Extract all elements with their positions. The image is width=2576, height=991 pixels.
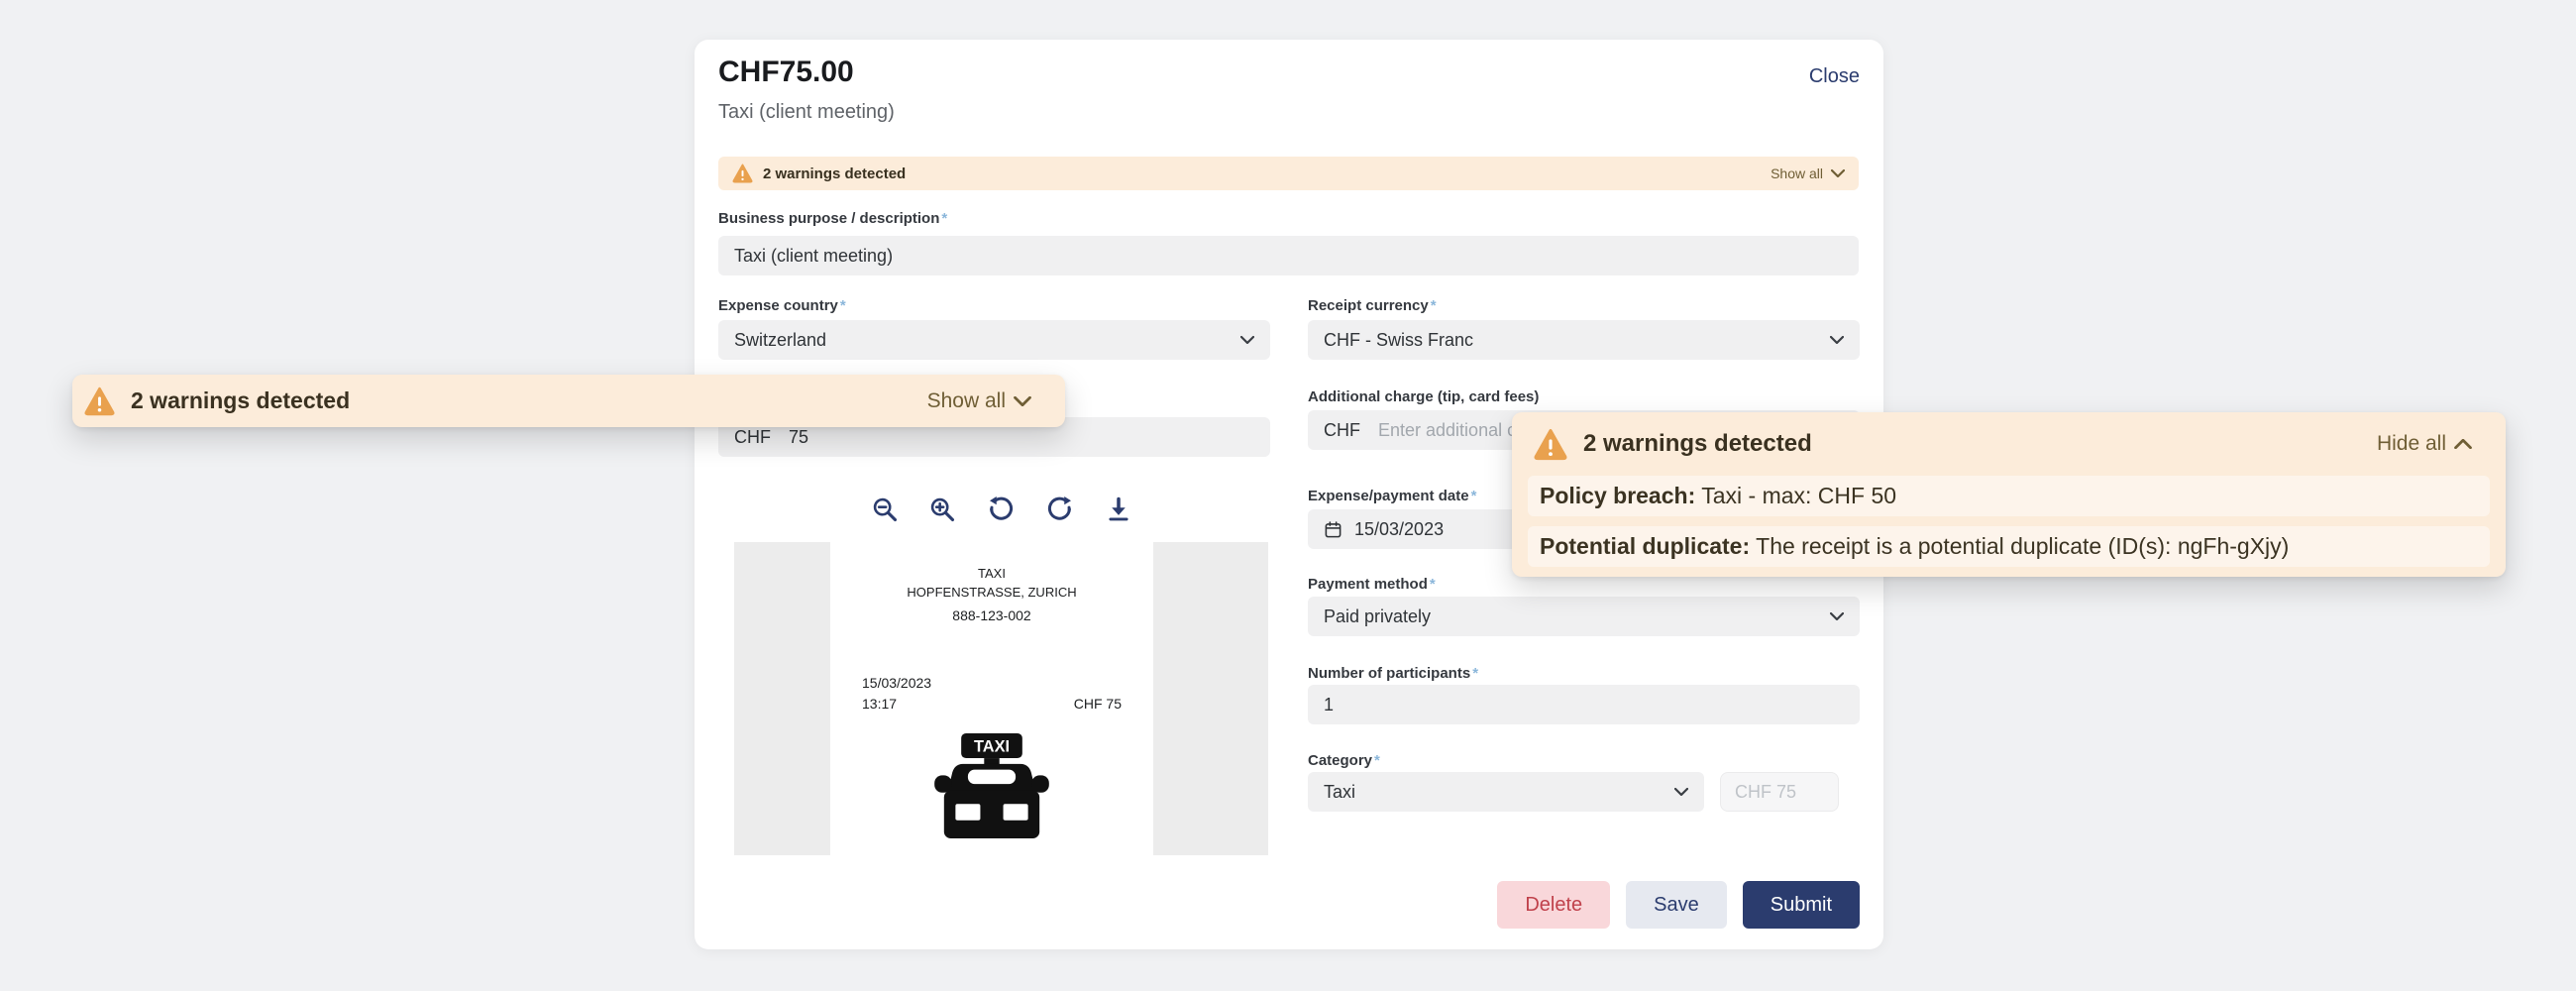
expense-subtitle: Taxi (client meeting) <box>718 101 895 124</box>
popup-show-all-button[interactable]: Show all <box>927 389 1031 413</box>
receipt-currency-select[interactable]: CHF - Swiss Franc <box>1308 320 1860 360</box>
warnings-popup-text: 2 warnings detected <box>131 387 350 414</box>
required-asterisk: * <box>840 297 846 314</box>
expense-date-value: 15/03/2023 <box>1354 519 1444 540</box>
receipt-image: TAXI HOPFENSTRASSE, ZURICH 888-123-002 1… <box>830 542 1153 855</box>
submit-button[interactable]: Submit <box>1743 881 1860 929</box>
payment-method-value: Paid privately <box>1324 606 1431 627</box>
zoom-out-icon[interactable] <box>871 496 899 523</box>
receipt-date: 15/03/2023 <box>862 675 1122 691</box>
chevron-down-icon <box>1830 336 1844 344</box>
additional-charge-label: Additional charge (tip, card fees) <box>1308 388 1539 405</box>
warnings-popup-expanded: 2 warnings detected Hide all Policy brea… <box>1512 412 2506 577</box>
currency-prefix: CHF <box>1324 420 1360 441</box>
payment-method-select[interactable]: Paid privately <box>1308 597 1860 636</box>
receipt-meta: 15/03/2023 13:17 CHF 75 <box>830 675 1153 712</box>
category-amount-readonly: CHF 75 <box>1720 772 1839 812</box>
taxi-icon: TAXI <box>922 733 1061 838</box>
required-asterisk: * <box>1430 576 1436 593</box>
additional-charge-label-text: Additional charge (tip, card fees) <box>1308 388 1539 405</box>
warning-item-potential-duplicate: Potential duplicate:The receipt is a pot… <box>1528 526 2490 567</box>
warnings-popup-header: 2 warnings detected Hide all <box>1528 422 2490 466</box>
receipt-currency-label: Receipt currency* <box>1308 297 1437 314</box>
warnings-popup-text: 2 warnings detected <box>1583 430 1812 458</box>
expense-date-label-text: Expense/payment date <box>1308 488 1469 504</box>
save-button[interactable]: Save <box>1626 881 1727 929</box>
banner-show-all-button[interactable]: Show all <box>1771 165 1845 181</box>
warnings-popup-collapsed: 2 warnings detected Show all <box>72 375 1065 427</box>
warnings-banner-text: 2 warnings detected <box>763 165 906 182</box>
receipt-merchant: TAXI <box>830 566 1153 581</box>
receipt-currency-value: CHF - Swiss Franc <box>1324 330 1473 351</box>
download-icon[interactable] <box>1105 496 1132 523</box>
warning-title: Potential duplicate: <box>1540 533 1750 559</box>
chevron-up-icon <box>2454 439 2472 449</box>
close-button[interactable]: Close <box>1809 65 1860 88</box>
chevron-down-icon <box>1014 396 1031 406</box>
warning-detail: Taxi - max: CHF 50 <box>1701 483 1896 508</box>
chevron-down-icon <box>1674 788 1688 796</box>
currency-prefix: CHF <box>734 427 771 448</box>
participants-value: 1 <box>1324 695 1334 716</box>
popup-hide-all-label: Hide all <box>2377 432 2446 456</box>
svg-text:TAXI: TAXI <box>974 737 1010 755</box>
business-purpose-input[interactable]: Taxi (client meeting) <box>718 236 1859 275</box>
receipt-viewer-toolbar <box>734 488 1268 531</box>
zoom-in-icon[interactable] <box>928 496 956 523</box>
category-label-text: Category <box>1308 752 1372 769</box>
payment-method-label-text: Payment method <box>1308 576 1428 593</box>
expense-country-value: Switzerland <box>734 330 826 351</box>
participants-label: Number of participants* <box>1308 665 1478 682</box>
required-asterisk: * <box>1374 752 1380 769</box>
required-asterisk: * <box>1471 488 1477 504</box>
warning-triangle-icon <box>84 386 115 416</box>
category-value: Taxi <box>1324 782 1355 803</box>
expense-date-label: Expense/payment date* <box>1308 488 1476 504</box>
receipt-amount-value: 75 <box>789 427 808 448</box>
receipt-preview-area: TAXI HOPFENSTRASSE, ZURICH 888-123-002 1… <box>734 542 1268 855</box>
chevron-down-icon <box>1830 612 1844 620</box>
expense-amount-title: CHF75.00 <box>718 55 854 89</box>
required-asterisk: * <box>1472 665 1478 682</box>
category-label: Category* <box>1308 752 1380 769</box>
warning-title: Policy breach: <box>1540 483 1695 508</box>
participants-label-text: Number of participants <box>1308 665 1470 682</box>
category-amount-value: CHF 75 <box>1735 782 1796 803</box>
warning-item-policy-breach: Policy breach:Taxi - max: CHF 50 <box>1528 476 2490 516</box>
expense-country-label-text: Expense country <box>718 297 838 314</box>
banner-show-all-label: Show all <box>1771 165 1823 181</box>
warnings-banner: 2 warnings detected Show all <box>718 157 1859 190</box>
business-purpose-value: Taxi (client meeting) <box>734 246 893 267</box>
popup-show-all-label: Show all <box>927 389 1006 413</box>
receipt-time: 13:17 <box>862 696 897 712</box>
taxi-pictogram: TAXI <box>830 733 1153 838</box>
business-purpose-label: Business purpose / description* <box>718 210 947 227</box>
footer-actions: Delete Save Submit <box>1497 881 1860 929</box>
chevron-down-icon <box>1831 169 1845 177</box>
popup-hide-all-button[interactable]: Hide all <box>2377 432 2472 456</box>
warning-triangle-icon <box>1534 428 1567 461</box>
expense-country-select[interactable]: Switzerland <box>718 320 1270 360</box>
required-asterisk: * <box>1431 297 1437 314</box>
warning-detail: The receipt is a potential duplicate (ID… <box>1756 533 2289 559</box>
required-asterisk: * <box>941 210 947 227</box>
participants-input[interactable]: 1 <box>1308 685 1860 724</box>
chevron-down-icon <box>1240 336 1254 344</box>
rotate-right-icon[interactable] <box>1045 495 1075 524</box>
receipt-phone: 888-123-002 <box>830 607 1153 623</box>
warning-triangle-icon <box>732 164 753 183</box>
page-background: { "ui": { "required_mark": "*" }, "color… <box>0 0 2576 991</box>
calendar-icon <box>1324 520 1342 539</box>
category-select[interactable]: Taxi <box>1308 772 1704 812</box>
payment-method-label: Payment method* <box>1308 576 1436 593</box>
receipt-address: HOPFENSTRASSE, ZURICH <box>830 585 1153 600</box>
receipt-currency-label-text: Receipt currency <box>1308 297 1429 314</box>
business-purpose-label-text: Business purpose / description <box>718 210 939 227</box>
receipt-total: CHF 75 <box>1074 696 1122 712</box>
expense-country-label: Expense country* <box>718 297 846 314</box>
delete-button[interactable]: Delete <box>1497 881 1610 929</box>
rotate-left-icon[interactable] <box>986 495 1016 524</box>
